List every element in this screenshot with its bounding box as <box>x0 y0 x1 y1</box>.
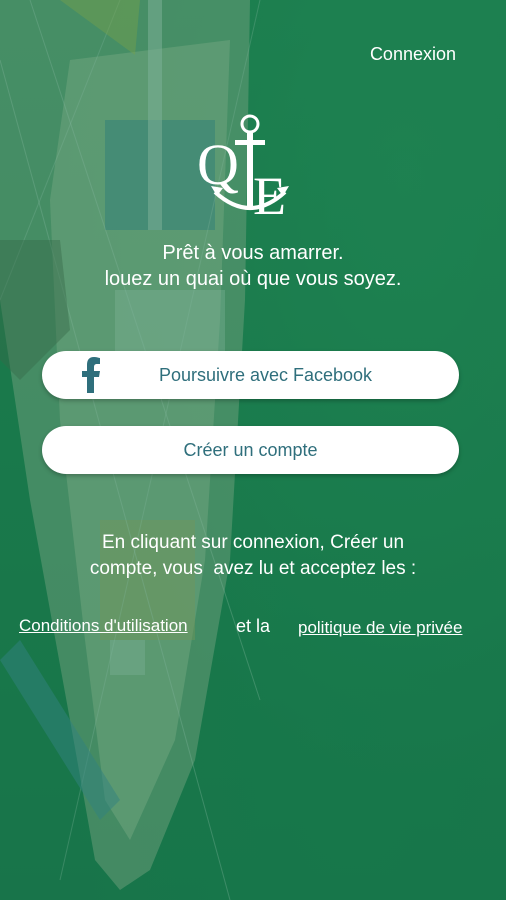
tagline-line-2: louez un quai où que vous soyez. <box>104 268 402 290</box>
login-link[interactable]: Connexion <box>370 44 456 65</box>
content-layer: Connexion Q E Prêt à vous amarrer. louez… <box>0 0 506 900</box>
anchor-logo-icon: Q E <box>197 114 289 222</box>
tagline-line-1: Prêt à vous amarrer. <box>162 242 344 264</box>
facebook-login-button[interactable]: Poursuivre avec Facebook <box>42 351 459 399</box>
terms-line-2: compte, vous avez lu et acceptez les : <box>89 558 417 579</box>
legal-links-row: Conditions d'utilisation et la politique… <box>0 616 506 642</box>
facebook-button-label: Poursuivre avec Facebook <box>158 364 373 385</box>
login-screen: Connexion Q E Prêt à vous amarrer. louez… <box>0 0 506 900</box>
terms-line-1: En cliquant sur connexion, Créer un <box>101 532 405 553</box>
terms-of-use-link[interactable]: Conditions d'utilisation <box>19 616 188 636</box>
svg-text:Q: Q <box>197 132 239 197</box>
svg-text:E: E <box>253 166 286 222</box>
facebook-icon <box>82 357 100 393</box>
privacy-policy-link[interactable]: politique de vie privée <box>298 618 462 638</box>
tagline: Prêt à vous amarrer. louez un quai où qu… <box>0 240 506 292</box>
terms-notice: En cliquant sur connexion, Créer un comp… <box>0 530 506 582</box>
and-text: et la <box>236 616 271 636</box>
create-account-button[interactable]: Créer un compte <box>42 426 459 474</box>
create-account-label: Créer un compte <box>183 439 318 460</box>
